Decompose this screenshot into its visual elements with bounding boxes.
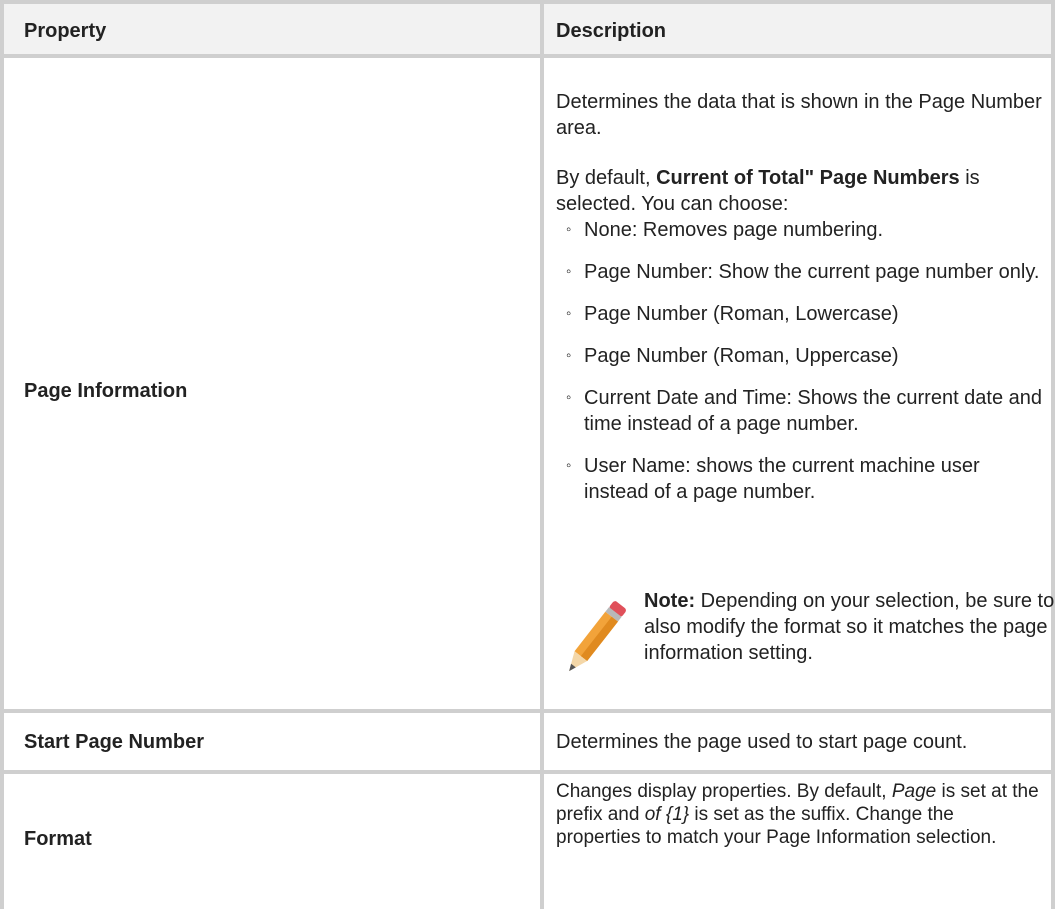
property-cell: Page Information [4,58,540,709]
list-item: ◦ Page Number (Roman, Uppercase) [566,343,1043,369]
pencil-icon [569,601,626,672]
note-text: Note: Depending on your selection, be su… [644,588,1056,666]
option-text: None: Removes page numbering. [584,219,884,241]
bullet-icon: ◦ [566,263,572,280]
description-cell: Determines the data that is shown in the… [540,58,1055,709]
table-row: Format Changes display properties. By de… [4,774,1055,909]
default-bold: Current of Total" Page Numbers [656,167,960,189]
list-item: ◦ None: Removes page numbering. [566,217,1043,243]
bullet-icon: ◦ [566,305,572,322]
description-intro: Determines the data that is shown in the… [556,91,1042,139]
table-row: Start Page Number Determines the page us… [4,713,1055,774]
property-cell: Format [4,774,540,909]
format-italic-suffix: of {1} [644,804,690,825]
property-name: Page Information [24,380,188,402]
format-italic-prefix: Page [891,781,937,802]
property-name: Start Page Number [24,731,205,753]
option-text: Page Number (Roman, Uppercase) [584,345,899,367]
list-item: ◦ Page Number: Show the current page numb… [566,259,1043,285]
note-label: Note: [644,590,696,612]
option-text: Current Date and Time: Shows the current… [584,387,1043,435]
description-text: Determines the data that is shown in the… [556,89,1043,521]
description-cell: Determines the page used to start page c… [540,713,1055,770]
properties-table: Property Description Page Information De… [0,0,1055,909]
description-cell: Changes display properties. By default, … [540,774,1055,909]
note-body: Depending on your selection, be sure to … [644,590,1055,664]
options-list: ◦ None: Removes page numbering. ◦ Page Num… [556,217,1043,505]
option-text: Page Number (Roman, Lowercase) [584,303,899,325]
bullet-icon: ◦ [566,221,572,238]
list-item: ◦ User Name: shows the current machine us… [566,453,1043,505]
bullet-icon: ◦ [566,457,572,474]
header-cell-description: Description [540,4,1055,54]
description-text: Determines the page used to start page c… [556,731,968,753]
format-text-1: Changes display properties. By default, [556,781,892,802]
default-prefix: By default, [556,167,657,189]
bullet-icon: ◦ [566,389,572,406]
note-box: Note: Depending on your selection, be su… [556,588,1056,684]
table-header-row: Property Description [4,0,1055,58]
bullet-icon: ◦ [566,347,572,364]
property-cell: Start Page Number [4,713,540,770]
description-default: By default, Current of Total" Page Numbe… [556,165,1043,217]
option-text: Page Number: Show the current page numbe… [584,261,1040,283]
header-cell-property: Property [4,4,540,54]
property-name: Format [24,828,92,850]
list-item: ◦ Current Date and Time: Shows the curren… [566,385,1043,437]
option-text: User Name: shows the current machine use… [584,455,980,503]
description-text: Changes display properties. By default, … [556,780,1043,849]
table-row: Page Information Determines the data tha… [4,58,1055,713]
header-description-label: Description [556,20,667,42]
header-property-label: Property [24,20,107,42]
list-item: ◦ Page Number (Roman, Lowercase) [566,301,1043,327]
